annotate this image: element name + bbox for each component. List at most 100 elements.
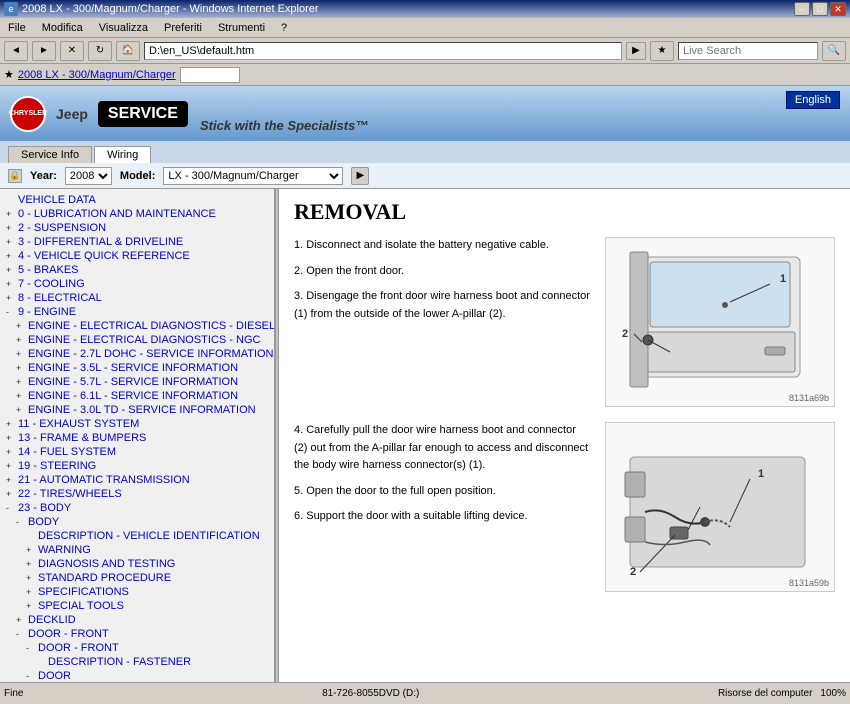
nav-engine-3.0l[interactable]: + ENGINE - 3.0L TD - SERVICE INFORMATION (4, 403, 270, 417)
nav-engine-5.7l[interactable]: + ENGINE - 5.7L - SERVICE INFORMATION (4, 375, 270, 389)
menu-help[interactable]: ? (277, 20, 291, 36)
nav-tires-wheels[interactable]: + 22 - TIRES/WHEELS (4, 487, 270, 501)
nav-decklid[interactable]: + DECKLID (4, 613, 270, 627)
nav-vehicle-quick[interactable]: + 4 - VEHICLE QUICK REFERENCE (4, 249, 270, 263)
english-button[interactable]: English (786, 91, 840, 109)
back-button[interactable]: ◄ (4, 41, 28, 61)
expand-icon: + (6, 475, 16, 485)
step-4: 4. Carefully pull the door wire harness … (294, 422, 590, 475)
favorites-star-icon: ★ (4, 68, 14, 81)
model-select[interactable]: LX - 300/Magnum/Charger (163, 167, 343, 185)
nav-steering[interactable]: + 19 - STEERING (4, 459, 270, 473)
nav-frame[interactable]: + 13 - FRAME & BUMPERS (4, 431, 270, 445)
home-button[interactable]: 🏠 (116, 41, 140, 61)
model-go-button[interactable]: ▶ (351, 167, 369, 185)
go-button[interactable]: ▶ (626, 42, 646, 60)
fav-item-1[interactable]: 2008 LX - 300/Magnum/Charger (18, 69, 176, 81)
forward-button[interactable]: ► (32, 41, 56, 61)
step-3: 3. Disengage the front door wire harness… (294, 288, 590, 323)
nav-lubrication[interactable]: + 0 - LUBRICATION AND MAINTENANCE (4, 207, 270, 221)
nav-body[interactable]: - 23 - BODY (4, 501, 270, 515)
nav-engine-3.5l[interactable]: + ENGINE - 3.5L - SERVICE INFORMATION (4, 361, 270, 375)
nav-transmission[interactable]: + 21 - AUTOMATIC TRANSMISSION (4, 473, 270, 487)
nav-brakes[interactable]: + 5 - BRAKES (4, 263, 270, 277)
expand-icon: - (16, 517, 26, 527)
service-badge: SERVICE (98, 101, 188, 127)
model-label: Model: (120, 170, 155, 182)
close-button[interactable]: ✕ (830, 2, 846, 16)
nav-special-tools[interactable]: + SPECIAL TOOLS (4, 599, 270, 613)
expand-icon: + (6, 223, 16, 233)
content-section-1: 1. Disconnect and isolate the battery ne… (294, 237, 835, 407)
expand-icon: + (16, 349, 26, 359)
nav-description-fastener[interactable]: DESCRIPTION - FASTENER (4, 655, 270, 669)
nav-engine-electrical-ngc[interactable]: + ENGINE - ELECTRICAL DIAGNOSTICS - NGC (4, 333, 270, 347)
nav-specifications[interactable]: + SPECIFICATIONS (4, 585, 270, 599)
nav-suspension[interactable]: + 2 - SUSPENSION (4, 221, 270, 235)
status-center-text: 81-726-8055DVD (D:) (322, 688, 419, 699)
jeep-text: Jeep (56, 106, 88, 122)
window-title: 2008 LX - 300/Magnum/Charger - Windows I… (22, 3, 319, 15)
step-2: 2. Open the front door. (294, 263, 590, 281)
nav-fuel[interactable]: + 14 - FUEL SYSTEM (4, 445, 270, 459)
step-5: 5. Open the door to the full open positi… (294, 483, 590, 501)
nav-door[interactable]: - DOOR (4, 669, 270, 682)
expand-icon: + (16, 405, 26, 415)
nav-door-front[interactable]: - DOOR - FRONT (4, 627, 270, 641)
fav-text-input[interactable] (180, 67, 240, 83)
menu-visualizza[interactable]: Visualizza (95, 20, 152, 36)
diagram-1: 1 2 8131a69b (605, 237, 835, 407)
nav-body-sub[interactable]: - BODY (4, 515, 270, 529)
chrysler-logo: CHRYSLER (10, 96, 46, 132)
nav-exhaust[interactable]: + 11 - EXHAUST SYSTEM (4, 417, 270, 431)
expand-icon: + (6, 209, 16, 219)
nav-engine-electrical-diesel[interactable]: + ENGINE - ELECTRICAL DIAGNOSTICS - DIES… (4, 319, 270, 333)
expand-icon: + (6, 461, 16, 471)
right-content: REMOVAL 1. Disconnect and isolate the ba… (279, 189, 850, 682)
nav-engine[interactable]: - 9 - ENGINE (4, 305, 270, 319)
address-input[interactable] (144, 42, 622, 60)
menu-file[interactable]: File (4, 20, 30, 36)
nav-diagnosis[interactable]: + DIAGNOSIS AND TESTING (4, 557, 270, 571)
tab-service-info[interactable]: Service Info (8, 146, 92, 163)
expand-icon: - (26, 671, 36, 681)
nav-cooling[interactable]: + 7 - COOLING (4, 277, 270, 291)
menu-preferiti[interactable]: Preferiti (160, 20, 206, 36)
maximize-button[interactable]: □ (812, 2, 828, 16)
expand-icon: + (6, 419, 16, 429)
nav-tabs: Service Info Wiring (0, 141, 850, 163)
expand-icon: + (16, 391, 26, 401)
nav-standard-procedure[interactable]: + STANDARD PROCEDURE (4, 571, 270, 585)
svg-text:2: 2 (622, 328, 628, 340)
nav-description-vehicle[interactable]: DESCRIPTION - VEHICLE IDENTIFICATION (4, 529, 270, 543)
minimize-button[interactable]: – (794, 2, 810, 16)
title-bar: e 2008 LX - 300/Magnum/Charger - Windows… (0, 0, 850, 18)
stop-button[interactable]: ✕ (60, 41, 84, 61)
menu-strumenti[interactable]: Strumenti (214, 20, 269, 36)
nav-differential[interactable]: + 3 - DIFFERENTIAL & DRIVELINE (4, 235, 270, 249)
year-label: Year: (30, 170, 57, 182)
expand-icon: + (26, 545, 36, 555)
expand-icon: + (26, 601, 36, 611)
menu-modifica[interactable]: Modifica (38, 20, 87, 36)
nav-vehicle-data[interactable]: VEHICLE DATA (4, 193, 270, 207)
menu-bar: File Modifica Visualizza Preferiti Strum… (0, 18, 850, 38)
address-bar: ◄ ► ✕ ↻ 🏠 ▶ ★ 🔍 (0, 38, 850, 64)
nav-door-front-sub[interactable]: - DOOR - FRONT (4, 641, 270, 655)
expand-icon: + (26, 559, 36, 569)
nav-electrical[interactable]: + 8 - ELECTRICAL (4, 291, 270, 305)
nav-engine-6.1l[interactable]: + ENGINE - 6.1L - SERVICE INFORMATION (4, 389, 270, 403)
favorites-button[interactable]: ★ (650, 41, 674, 61)
left-nav: VEHICLE DATA + 0 - LUBRICATION AND MAINT… (0, 189, 275, 682)
search-button[interactable]: 🔍 (822, 41, 846, 61)
refresh-button[interactable]: ↻ (88, 41, 112, 61)
diagram-2: 1 2 8131a59b (605, 422, 835, 592)
search-input[interactable] (678, 42, 818, 60)
status-center: 81-726-8055DVD (D:) (23, 688, 717, 699)
year-select[interactable]: 2008 (65, 167, 112, 185)
expand-icon: + (6, 489, 16, 499)
nav-warning[interactable]: + WARNING (4, 543, 270, 557)
tab-wiring[interactable]: Wiring (94, 146, 151, 163)
nav-engine-2.7l[interactable]: + ENGINE - 2.7L DOHC - SERVICE INFORMATI… (4, 347, 270, 361)
svg-text:1: 1 (780, 273, 786, 285)
